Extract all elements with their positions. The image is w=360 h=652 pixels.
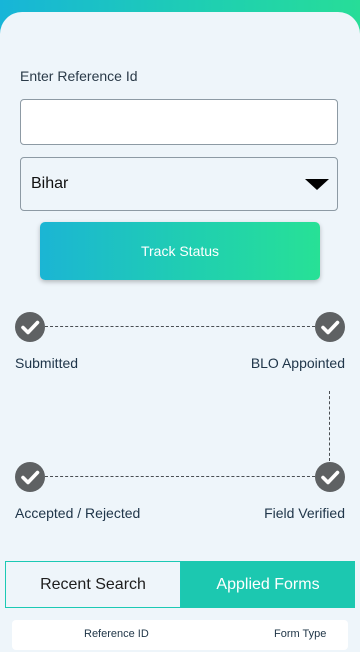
step-label-submitted: Submitted xyxy=(15,355,79,371)
tab-recent-search[interactable]: Recent Search xyxy=(5,561,181,608)
table-header: Reference ID Form Type xyxy=(12,620,348,650)
check-circle-icon xyxy=(15,312,45,342)
check-circle-icon xyxy=(15,462,45,492)
caret-down-icon xyxy=(305,179,329,190)
state-select-value: Bihar xyxy=(31,175,69,192)
connector-line xyxy=(45,476,315,477)
tab-applied-forms[interactable]: Applied Forms xyxy=(181,561,355,608)
track-status-button[interactable]: Track Status xyxy=(40,222,320,280)
tab-bar: Recent Search Applied Forms xyxy=(5,561,355,608)
step-label-accepted-rejected: Accepted / Rejected xyxy=(15,505,141,521)
column-header-reference-id: Reference ID xyxy=(84,628,149,640)
connector-line xyxy=(45,326,315,327)
step-label-blo-appointed: BLO Appointed xyxy=(250,355,345,371)
check-circle-icon xyxy=(315,312,345,342)
reference-id-label: Enter Reference Id xyxy=(20,68,138,84)
step-label-field-verified: Field Verified xyxy=(264,505,345,521)
reference-id-input[interactable] xyxy=(20,99,338,145)
connector-line xyxy=(329,391,330,461)
check-circle-icon xyxy=(315,462,345,492)
state-select[interactable]: Bihar xyxy=(20,157,338,211)
column-header-form-type: Form Type xyxy=(274,628,327,640)
